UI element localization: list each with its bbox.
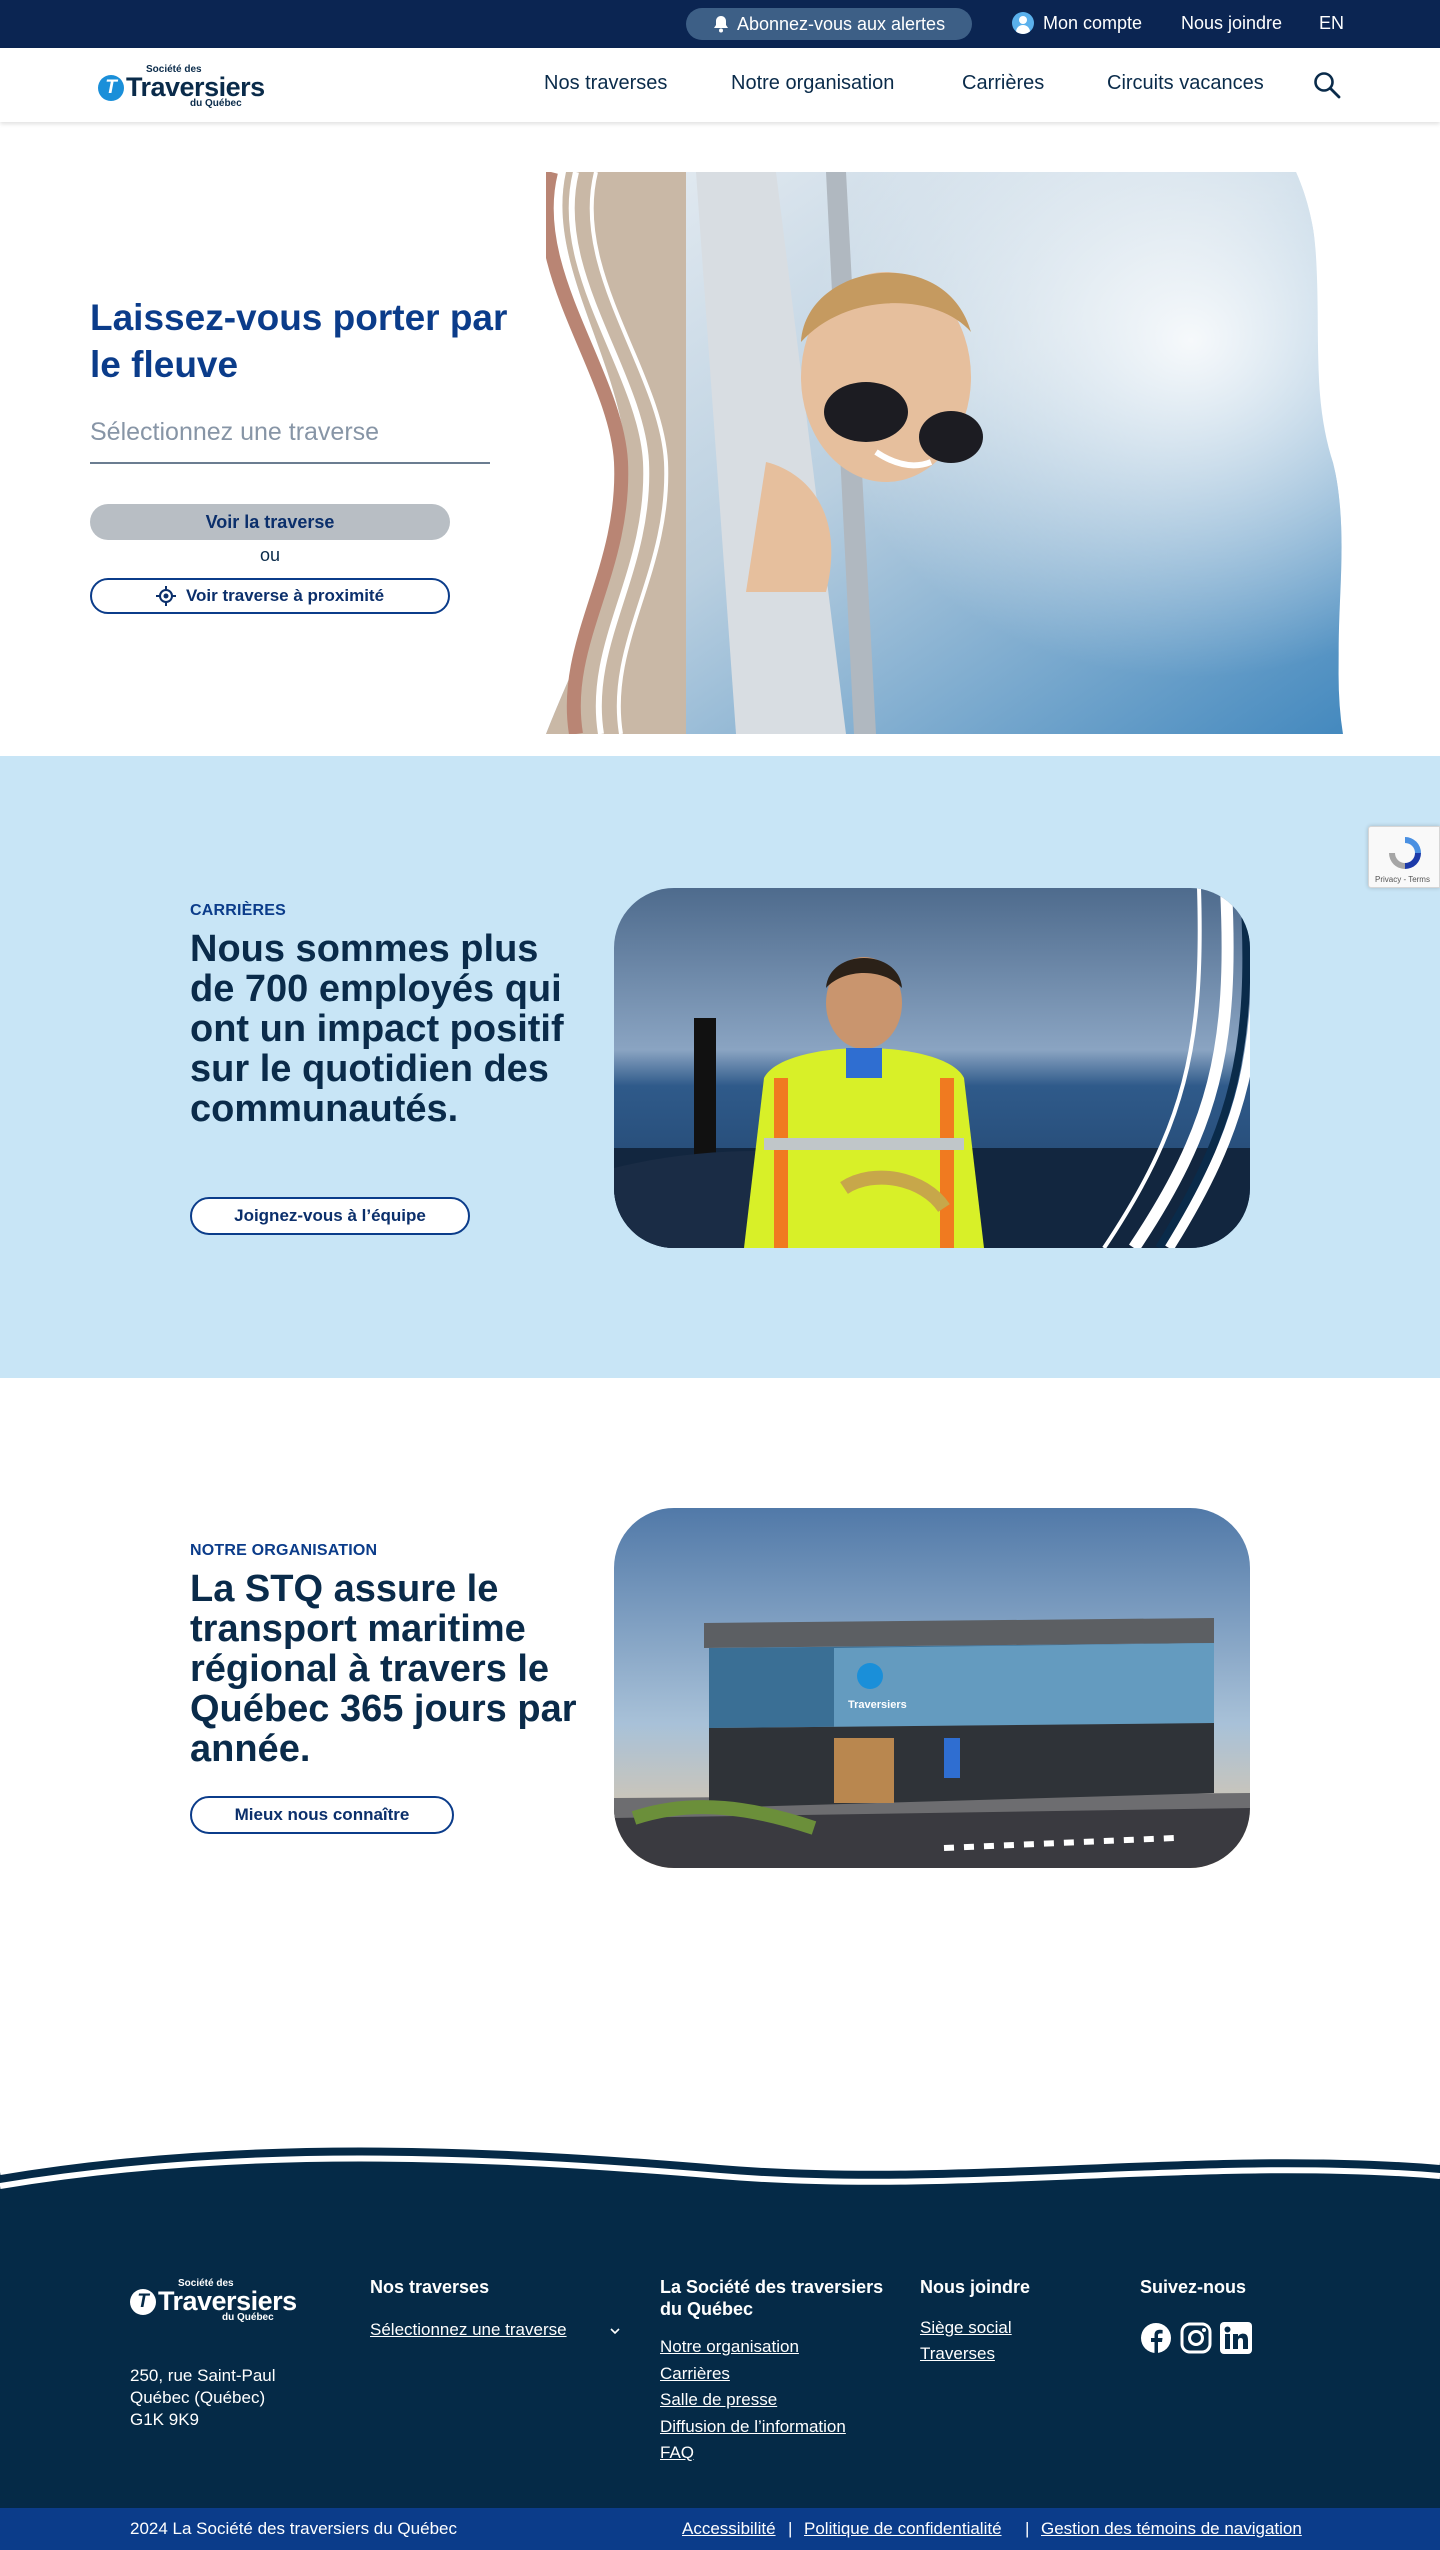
logo-bottom-text: du Québec bbox=[190, 98, 242, 109]
location-target-icon bbox=[155, 586, 176, 606]
footer-link-presse[interactable]: Salle de presse bbox=[660, 2390, 777, 2410]
nav-item-carrieres[interactable]: Carrières bbox=[962, 72, 1044, 95]
nav-item-organisation[interactable]: Notre organisation bbox=[731, 72, 894, 95]
footer-crossing-select[interactable]: Sélectionnez une traverse bbox=[370, 2320, 567, 2340]
copyright-text: 2024 La Société des traversiers du Québe… bbox=[130, 2519, 457, 2538]
footer-heading-contact: Nous joindre bbox=[920, 2277, 1031, 2297]
site-logo[interactable]: T Société des Traversiers du Québec bbox=[98, 64, 278, 109]
cookies-link[interactable]: Gestion des témoins de navigation bbox=[1041, 2519, 1302, 2539]
recaptcha-icon bbox=[1389, 837, 1421, 869]
instagram-icon[interactable] bbox=[1180, 2322, 1212, 2354]
recaptcha-text[interactable]: Privacy - Terms bbox=[1375, 875, 1430, 884]
contact-link[interactable]: Nous joindre bbox=[1181, 13, 1282, 34]
footer-wave bbox=[0, 2141, 1440, 2220]
footer-link-faq[interactable]: FAQ bbox=[660, 2443, 694, 2463]
crossing-select[interactable]: Sélectionnez une traverse bbox=[90, 412, 490, 464]
footer-heading-societe: La Société des traversiers du Québec bbox=[660, 2277, 884, 2319]
chevron-down-icon[interactable] bbox=[609, 2326, 621, 2336]
address-line: G1K 9K9 bbox=[130, 2410, 199, 2429]
search-icon[interactable] bbox=[1312, 70, 1342, 100]
utility-bar: Abonnez-vous aux alertes Mon compte Nous… bbox=[0, 0, 1440, 48]
footer-link-siege[interactable]: Siège social bbox=[920, 2318, 1012, 2338]
footer-address: 250, rue Saint-Paul Québec (Québec) G1K … bbox=[130, 2365, 276, 2431]
building-sign-text: Traversiers bbox=[848, 1699, 907, 1711]
organisation-eyebrow: NOTRE ORGANISATION bbox=[190, 1542, 378, 1559]
careers-title: Nous sommes plus de 700 employés qui ont… bbox=[190, 928, 564, 1130]
legal-separator: | bbox=[788, 2519, 793, 2538]
footer-link-diffusion[interactable]: Diffusion de l’information bbox=[660, 2417, 846, 2437]
nearby-crossing-button[interactable]: Voir traverse à proximité bbox=[90, 578, 450, 614]
alerts-label: Abonnez-vous aux alertes bbox=[736, 13, 946, 34]
footer-link-traverses[interactable]: Traverses bbox=[920, 2344, 995, 2364]
address-line: Québec (Québec) bbox=[130, 2388, 266, 2407]
main-header: T Société des Traversiers du Québec Nos … bbox=[0, 48, 1440, 122]
account-label: Mon compte bbox=[1043, 12, 1143, 33]
facebook-icon[interactable] bbox=[1140, 2322, 1172, 2354]
footer-heading-social: Suivez-nous bbox=[1140, 2277, 1247, 2297]
nav-item-circuits[interactable]: Circuits vacances bbox=[1107, 72, 1264, 95]
footer-link-carrieres[interactable]: Carrières bbox=[660, 2364, 730, 2384]
legal-bar: 2024 La Société des traversiers du Québe… bbox=[0, 2508, 1440, 2550]
organisation-image: Traversiers bbox=[614, 1508, 1250, 1868]
footer-logo-bottom: du Québec bbox=[222, 2312, 274, 2323]
or-separator: ou bbox=[259, 545, 281, 565]
linkedin-icon[interactable] bbox=[1220, 2322, 1252, 2354]
nav-item-traverses[interactable]: Nos traverses bbox=[544, 72, 667, 95]
footer-heading-traverses: Nos traverses bbox=[370, 2277, 490, 2297]
address-line: 250, rue Saint-Paul bbox=[130, 2366, 276, 2385]
bell-icon bbox=[713, 16, 728, 33]
privacy-link[interactable]: Politique de confidentialité bbox=[804, 2519, 1002, 2539]
site-footer bbox=[0, 2208, 1440, 2508]
legal-separator: | bbox=[1025, 2519, 1030, 2538]
hero-title: Laissez-vous porter par le fleuve bbox=[90, 297, 508, 385]
footer-link-organisation[interactable]: Notre organisation bbox=[660, 2337, 799, 2357]
footer-logo-badge: T bbox=[130, 2289, 156, 2315]
organisation-title: La STQ assure le transport maritime régi… bbox=[190, 1568, 577, 1770]
know-us-button[interactable]: Mieux nous connaître bbox=[190, 1796, 454, 1834]
logo-badge: T bbox=[98, 75, 124, 101]
careers-image bbox=[614, 888, 1250, 1248]
recaptcha-badge[interactable]: Privacy - Terms bbox=[1368, 826, 1440, 888]
careers-eyebrow: CARRIÈRES bbox=[190, 902, 287, 919]
join-team-button[interactable]: Joignez-vous à l’équipe bbox=[190, 1197, 470, 1235]
user-icon bbox=[1012, 12, 1034, 34]
view-crossing-button[interactable]: Voir la traverse bbox=[90, 504, 450, 540]
hero-image bbox=[546, 172, 1369, 734]
footer-logo[interactable]: T Société des Traversiers du Québec bbox=[130, 2278, 310, 2323]
nearby-crossing-label: Voir traverse à proximité bbox=[185, 586, 385, 605]
language-toggle[interactable]: EN bbox=[1319, 13, 1344, 34]
accessibility-link[interactable]: Accessibilité bbox=[682, 2519, 776, 2539]
alerts-button[interactable]: Abonnez-vous aux alertes bbox=[686, 8, 972, 40]
account-link[interactable]: Mon compte bbox=[1012, 12, 1142, 34]
